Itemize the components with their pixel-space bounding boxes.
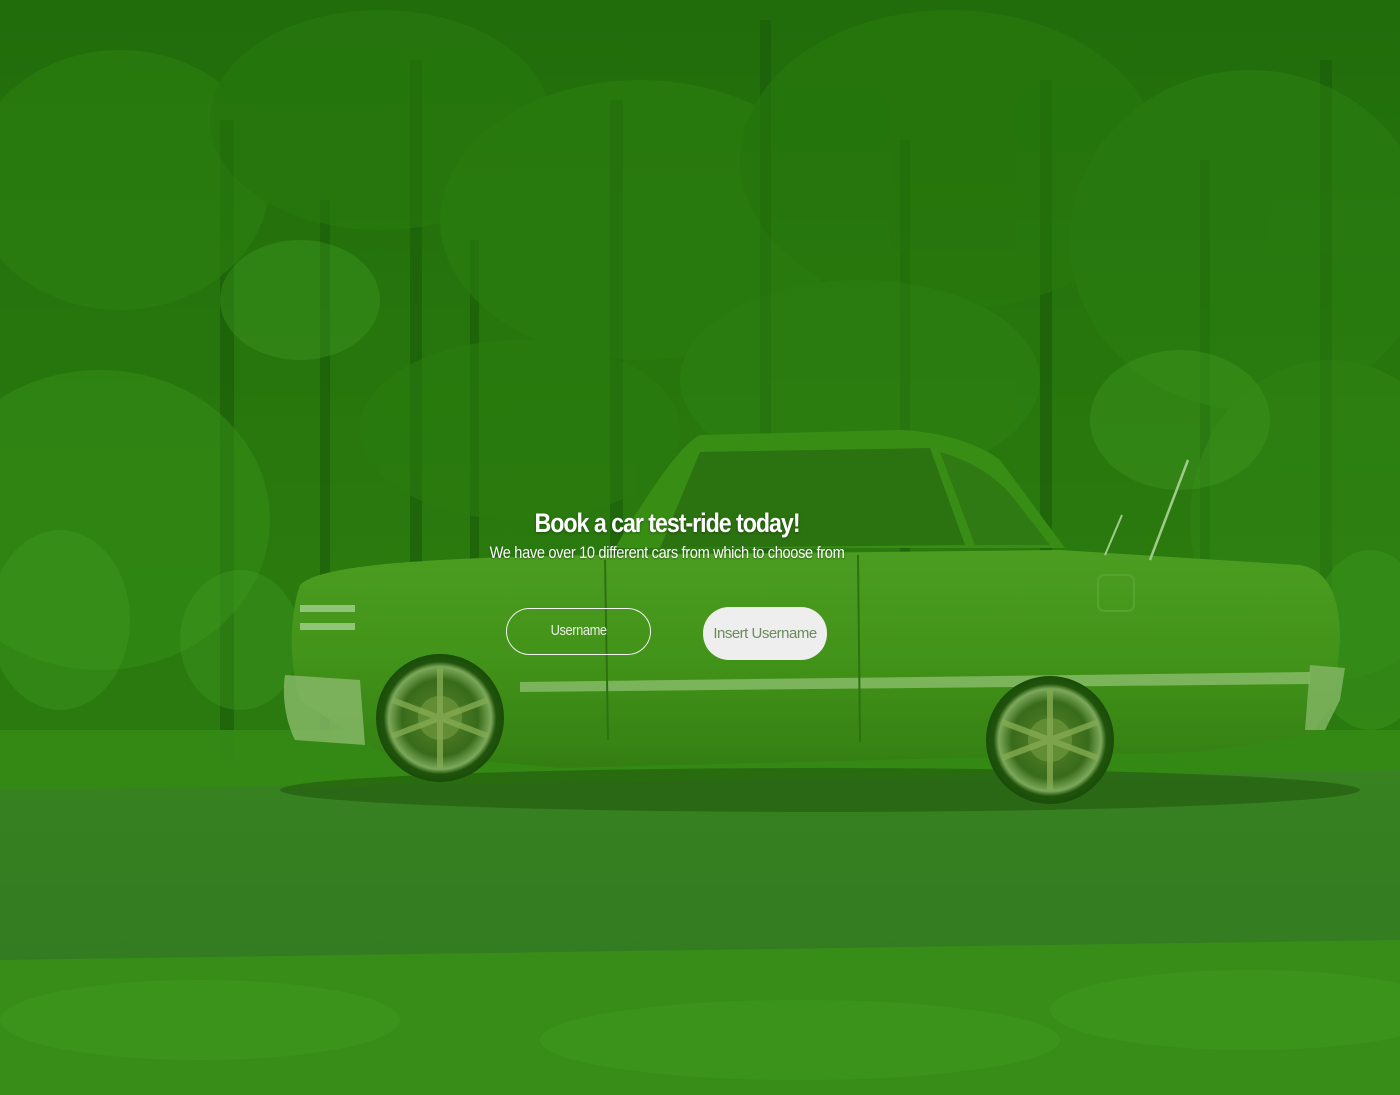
username-input[interactable] [703,607,827,660]
hero-content: Book a car test-ride today! We have over… [0,505,1334,565]
hero-section: Book a car test-ride today! We have over… [0,0,1400,1095]
username-label-text: Username [550,622,607,639]
username-label: Username [506,608,651,655]
page-title: Book a car test-ride today! [534,508,800,538]
page-subtitle: We have over 10 different cars from whic… [489,543,845,562]
